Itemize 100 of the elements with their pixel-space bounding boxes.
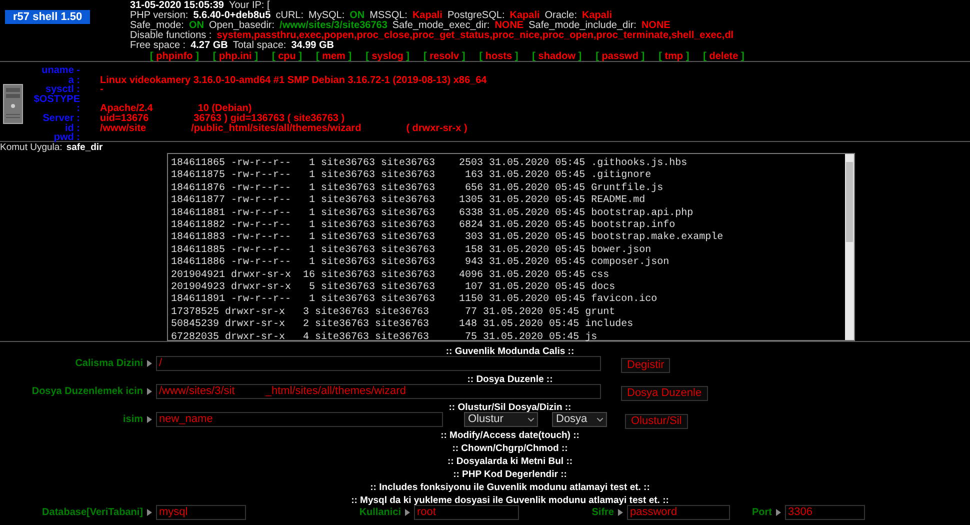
listing-line: 184611881 -rw-r--r-- 1 site36763 site36763 6338 31.05.2020 05:45 bootstrap.api.php	[171, 208, 694, 220]
nav-link[interactable]: [ hosts ]	[479, 52, 518, 62]
text-field[interactable]: /	[156, 356, 601, 371]
shell-title: r57 shell 1.50	[5, 10, 90, 24]
listing-line: 184611886 -rw-r--r-- 1 site36763 site36763 943 31.05.2020 05:45 composer.json	[171, 257, 670, 270]
info-value: 10 (Debian)	[198, 104, 252, 114]
listing-line: 184611877 -rw-r--r-- 1 site36763 site36763 1305 31.05.2020 05:45 README.md	[171, 195, 646, 208]
nav-link[interactable]: [ cpu ]	[272, 52, 302, 62]
info-text: NONE	[494, 21, 524, 31]
select-dropdown[interactable]: Dosya	[552, 412, 607, 427]
submit-button[interactable]: Degistir	[621, 358, 670, 372]
field-label: Kullanici	[358, 506, 401, 520]
server-icon	[2, 84, 22, 124]
info-value: /public_html/sites/all/themes/wizard	[191, 124, 362, 134]
info-text: Kapali	[510, 11, 540, 21]
text-field[interactable]: mysql	[156, 505, 246, 520]
info-text: ON	[350, 11, 365, 21]
info-text: system,passthru,exec,popen,proc_close,proc_get_status,proc_nice,proc_open,proc_terminate,shell_exec,dl	[216, 31, 734, 41]
nav-link[interactable]: [ passwd ]	[596, 52, 645, 62]
caret-icon	[147, 360, 152, 367]
listing-line: 184611885 -rw-r--r-- 1 site36763 site36763 158 31.05.2020 05:45 bower.json	[171, 244, 652, 256]
info-text: MySQL:	[308, 11, 345, 21]
info-text: 31-05-2020 15:05:39	[130, 1, 224, 11]
info-value: ( drwxr-sr-x )	[406, 124, 468, 134]
field-label: Calisma Dizini	[74, 357, 143, 371]
submit-button[interactable]: Dosya Duzenle	[621, 386, 708, 400]
text-field[interactable]: password	[627, 505, 730, 520]
text-field[interactable]: 3306	[785, 505, 865, 520]
info-value: -	[100, 85, 104, 95]
caret-icon	[147, 388, 152, 395]
listing-line: 184611865 -rw-r--r-- 1 site36763 site36763 2503 31.05.2020 05:45 .githooks.js.hbs	[171, 158, 688, 170]
listing-line: 184611883 -rw-r--r-- 1 site36763 site36763 303 31.05.2020 05:45 bootstrap.make.example	[171, 232, 724, 244]
nav-link[interactable]: [ mem ]	[316, 52, 352, 62]
info-value: 36763 ) gid=136763 ( site36763 )	[194, 114, 345, 124]
nav-link[interactable]: [ syslog ]	[366, 52, 410, 62]
caret-icon	[776, 509, 781, 516]
info-text: Kapali	[412, 11, 442, 21]
submit-button[interactable]: Olustur/Sil	[625, 414, 688, 428]
text-field[interactable]: new_name	[156, 412, 443, 427]
section-title: :: Dosyalarda ki Metni Bul ::	[447, 456, 573, 467]
section-title: :: Chown/Chgrp/Chmod ::	[452, 443, 568, 454]
nav-link[interactable]: [ phpinfo ]	[150, 52, 199, 62]
section-title: :: Olustur/Sil Dosya/Dizin ::	[448, 402, 572, 413]
info-text: NONE	[641, 21, 670, 31]
listing-line: 50845239 drwxr-sr-x 2 site36763 site36763 148 31.05.2020 05:45 includes	[171, 319, 634, 332]
listing-line: 184611891 -rw-r--r-- 1 site36763 site36763 1150 31.05.2020 05:45 favicon.ico	[171, 294, 658, 306]
info-label: $OSTYPE	[32, 94, 80, 104]
nav-link[interactable]: [ resolv ]	[424, 52, 466, 62]
info-text: PHP version:	[130, 11, 188, 21]
caret-icon	[147, 416, 152, 423]
select-dropdown[interactable]: Olustur	[464, 412, 538, 427]
info-text: cURL:	[276, 11, 304, 21]
scrollbar[interactable]	[845, 154, 854, 340]
info-text: ON	[188, 21, 204, 31]
info-value: /www/site	[100, 124, 146, 134]
section-title: :: Guvenlik Modunda Calis ::	[446, 346, 574, 357]
info-value: uid=13676	[100, 114, 149, 124]
nav-link[interactable]: [ shadow ]	[532, 52, 582, 62]
info-text: MSSQL:	[370, 11, 408, 21]
caret-icon	[618, 509, 623, 516]
section-title: :: Mysql da ki yukleme dosyasi ile Guvenlik modunu atlamayi test et. ::	[351, 495, 669, 506]
info-label: id :	[65, 124, 80, 134]
info-label: sysctl :	[46, 85, 80, 95]
info-value: Linux videokamery 3.16.0-10-amd64 #1 SMP Debian 3.16.72-1 (2019-08-13) x86_64	[100, 76, 487, 86]
listing-line: 201904921 drwxr-sr-x 16 site36763 site36763 4096 31.05.2020 05:45 css	[171, 270, 610, 282]
info-text: 4.27 GB	[190, 41, 228, 51]
listing-line: 184611875 -rw-r--r-- 1 site36763 site36763 163 31.05.2020 05:45 .gitignore	[171, 170, 652, 182]
info-text: PostgreSQL:	[447, 11, 505, 21]
section-title: :: Dosya Duzenle ::	[467, 374, 553, 385]
field-label: isim	[122, 413, 143, 427]
info-label: pwd :	[54, 133, 80, 143]
nav-link[interactable]: [ delete ]	[703, 52, 744, 62]
info-text: Your IP: [	[228, 1, 270, 11]
info-text: Oracle:	[544, 11, 577, 21]
caret-icon	[405, 509, 410, 516]
info-label: uname -	[40, 66, 80, 76]
field-label: Dosya Duzenlemek icin	[30, 385, 143, 399]
info-text: Total space:	[232, 41, 286, 51]
info-text: /www/sites/3/site36763	[280, 21, 388, 31]
command-label: Komut Uygula:	[0, 143, 62, 153]
info-label: a :	[68, 76, 80, 86]
info-text: Disable functions :	[130, 31, 212, 41]
info-text: Free space :	[130, 41, 186, 51]
info-text: 34.99 GB	[291, 41, 334, 51]
nav-link[interactable]: [ tmp ]	[658, 52, 690, 62]
section-title: :: Modify/Access date(touch) ::	[440, 430, 580, 441]
nav-link[interactable]: [ php.ini ]	[212, 52, 258, 62]
caret-icon	[147, 509, 152, 516]
field-label: Database[VeriTabani]	[41, 506, 143, 520]
info-text: Open_basedir:	[208, 21, 275, 31]
info-text: Safe_mode_include_dir:	[528, 21, 636, 31]
info-label: :	[76, 104, 80, 114]
listing-line: 201904923 drwxr-sr-x 5 site36763 site36763 107 31.05.2020 05:45 docs	[171, 282, 616, 294]
text-field[interactable]: root	[414, 505, 519, 520]
listing-line: 184611876 -rw-r--r-- 1 site36763 site36763 656 31.05.2020 05:45 Gruntfile.js	[171, 182, 664, 194]
info-text: 5.6.40-0+deb8u5	[193, 11, 271, 21]
info-label: Server :	[42, 114, 80, 124]
text-field[interactable]: /www/sites/3/sit _html/sites/all/themes/wizard	[156, 384, 601, 399]
field-label: Sifre	[590, 506, 614, 520]
listing-line: 17378525 drwxr-sr-x 3 site36763 site36763 77 31.05.2020 05:45 grunt	[171, 306, 616, 318]
